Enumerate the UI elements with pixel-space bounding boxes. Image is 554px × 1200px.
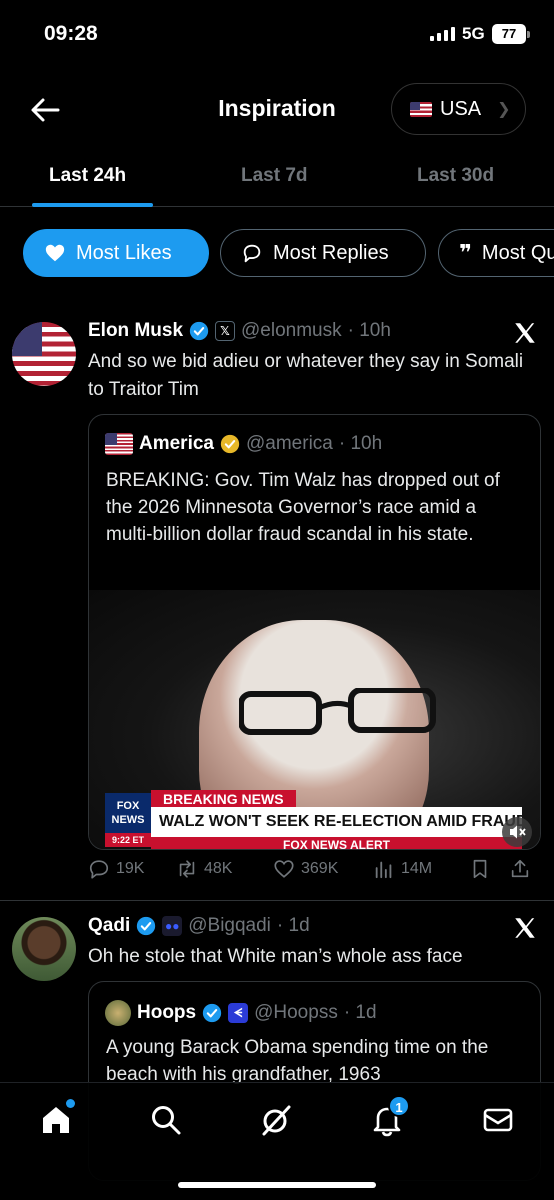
nav-notifications[interactable]: 1 xyxy=(370,1095,410,1137)
time-range-tabs: Last 24h Last 7d Last 30d xyxy=(0,150,554,207)
search-icon xyxy=(152,1106,181,1135)
reply-icon xyxy=(89,860,109,879)
filter-most-quotes[interactable]: ❞ Most Quotes xyxy=(438,229,554,277)
post-time: · 10h xyxy=(347,320,391,341)
us-flag-icon xyxy=(410,101,432,117)
reply-count: 19K xyxy=(116,860,145,877)
avatar[interactable] xyxy=(12,322,76,386)
glasses-shape xyxy=(239,688,436,735)
nav-messages[interactable] xyxy=(481,1103,515,1137)
reply-icon xyxy=(243,244,261,263)
network-label: 5G xyxy=(462,24,485,43)
active-tab-indicator xyxy=(32,203,153,207)
gold-verified-badge-icon xyxy=(220,434,240,454)
repost-icon xyxy=(179,860,195,878)
quoted-post-time: · 1d xyxy=(343,1002,377,1023)
filter-most-likes[interactable]: Most Likes xyxy=(23,229,209,277)
header: Inspiration USA ❯ xyxy=(0,80,554,140)
home-icon xyxy=(43,1107,69,1133)
like-count: 369K xyxy=(301,860,339,877)
share-button[interactable] xyxy=(509,858,531,880)
quoted-post-header: America @america · 10h xyxy=(105,433,382,455)
quoted-avatar xyxy=(105,1000,131,1026)
home-unread-dot xyxy=(66,1099,75,1108)
x-logo-icon[interactable] xyxy=(512,915,538,941)
bookmark-button[interactable] xyxy=(469,858,509,880)
author-name[interactable]: Elon Musk xyxy=(88,320,183,342)
nav-search[interactable] xyxy=(149,1103,183,1137)
nav-grok[interactable] xyxy=(259,1103,293,1137)
banner-alert: FOX NEWS ALERT xyxy=(151,837,522,849)
status-time: 09:28 xyxy=(44,22,98,45)
battery-icon: 77 xyxy=(492,24,530,44)
quoted-author-handle: @america xyxy=(246,433,333,454)
quoted-post-header: Hoops ᗕ @Hoopss · 1d xyxy=(105,1000,377,1026)
tab-last-7d[interactable]: Last 7d xyxy=(241,165,308,187)
post-time: · 1d xyxy=(276,915,310,936)
author-handle[interactable]: @elonmusk xyxy=(241,320,342,342)
filter-chips: Most Likes Most Replies ❞ Most Quotes xyxy=(23,229,554,279)
post-card[interactable]: Elon Musk 𝕏 @elonmusk · 10h And so we bi… xyxy=(0,310,554,890)
post-card[interactable]: Qadi ●● @Bigqadi · 1d Oh he stole that W… xyxy=(0,905,554,1181)
post-text: And so we bid adieu or whatever they say… xyxy=(88,351,524,400)
country-label: USA xyxy=(440,97,482,120)
status-bar: 09:28 5G 77 xyxy=(0,0,554,70)
post-header: Qadi ●● @Bigqadi · 1d xyxy=(88,915,310,937)
repost-count: 48K xyxy=(204,860,233,877)
post-actions: 19K 48K 369K 14M xyxy=(88,858,538,880)
affiliate-badge-icon: ᗕ xyxy=(228,1003,249,1023)
share-icon xyxy=(511,859,529,878)
author-handle[interactable]: @Bigqadi xyxy=(188,915,271,937)
tab-last-24h[interactable]: Last 24h xyxy=(49,165,126,187)
verified-badge-icon xyxy=(137,916,156,936)
quoted-post-text: BREAKING: Gov. Tim Walz has dropped out … xyxy=(106,470,500,545)
author-name[interactable]: Qadi xyxy=(88,915,130,937)
quoted-post-time: · 10h xyxy=(338,433,383,454)
signal-icon xyxy=(430,27,455,41)
bookmark-icon xyxy=(473,859,487,879)
quote-icon: ❞ xyxy=(459,240,472,265)
notification-count-badge: 1 xyxy=(388,1095,410,1117)
view-count: 14M xyxy=(401,860,433,877)
chevron-right-icon: ❯ xyxy=(497,101,511,118)
x-logo-icon[interactable] xyxy=(512,320,538,346)
post-header: Elon Musk 𝕏 @elonmusk · 10h xyxy=(88,320,391,342)
filter-label: Most Likes xyxy=(76,241,172,264)
video-thumbnail[interactable]: FOX NEWS 9:22 ET BREAKING NEWS WALZ WON'T… xyxy=(89,590,540,849)
breaking-label: BREAKING NEWS xyxy=(151,790,296,808)
fox-news-logo: FOX NEWS 9:22 ET xyxy=(105,793,151,847)
mail-icon xyxy=(483,1108,513,1132)
news-banner: FOX NEWS 9:22 ET BREAKING NEWS WALZ WON'T… xyxy=(105,787,522,849)
quoted-author-name: America xyxy=(139,433,214,454)
views-button[interactable]: 14M xyxy=(373,858,469,880)
views-chart-icon xyxy=(375,861,392,879)
mute-icon[interactable] xyxy=(502,817,532,847)
like-button[interactable]: 369K xyxy=(273,858,373,880)
filter-most-replies[interactable]: Most Replies xyxy=(220,229,426,277)
quoted-author-name: Hoops xyxy=(137,1002,197,1023)
tab-last-30d[interactable]: Last 30d xyxy=(417,165,494,187)
avatar[interactable] xyxy=(12,917,76,981)
grok-icon xyxy=(262,1105,291,1136)
reply-button[interactable]: 19K xyxy=(88,858,176,880)
home-indicator xyxy=(178,1182,376,1188)
post-text: Oh he stole that White man’s whole ass f… xyxy=(88,946,463,967)
country-selector[interactable]: USA ❯ xyxy=(391,83,526,135)
filter-label: Most Quotes xyxy=(481,241,554,264)
quoted-post[interactable]: America @america · 10h BREAKING: Gov. Ti… xyxy=(88,414,541,850)
quoted-post-text: A young Barack Obama spending time on th… xyxy=(106,1037,489,1085)
heart-icon xyxy=(45,244,65,262)
verified-badge-icon xyxy=(202,1003,222,1023)
affiliate-badge-icon: ●● xyxy=(162,916,183,936)
quoted-author-handle: @Hoopss xyxy=(254,1002,338,1023)
us-flag-icon xyxy=(105,433,133,455)
heart-icon xyxy=(274,860,294,878)
nav-home[interactable] xyxy=(39,1099,75,1137)
x-affiliate-badge-icon: 𝕏 xyxy=(215,321,236,341)
banner-headline: WALZ WON'T SEEK RE-ELECTION AMID FRAUD S… xyxy=(151,807,522,837)
repost-button[interactable]: 48K xyxy=(176,858,273,880)
filter-label: Most Replies xyxy=(273,241,389,264)
verified-badge-icon xyxy=(189,321,209,341)
post-divider xyxy=(0,900,554,901)
